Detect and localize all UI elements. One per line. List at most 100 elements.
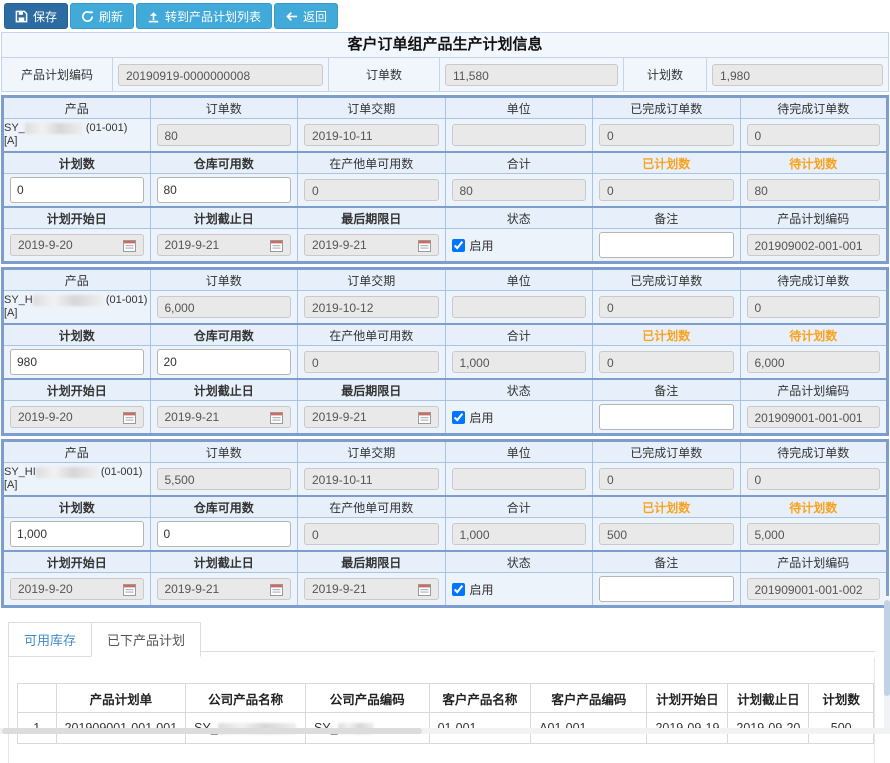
warehouse-avail-input[interactable] [157,349,292,375]
end-date-picker[interactable]: 2019-9-21 [157,406,292,428]
other-order-avail-field: 0 [304,351,439,373]
col-to-plan-qty: 待计划数 [740,496,888,518]
product-block-2: 产品 订单数 订单交期 单位 已完成订单数 待完成订单数 SY_H (01-00… [1,267,889,436]
col-pending: 待完成订单数 [740,97,888,119]
col-warehouse-avail: 仓库可用数 [150,152,298,174]
horizontal-scrollbar[interactable] [0,728,890,734]
vertical-scrollbar[interactable] [884,596,890,728]
back-button[interactable]: 返回 [274,3,338,29]
status-enabled-checkbox[interactable] [452,239,465,252]
warehouse-avail-input[interactable] [157,177,292,203]
col-planned-qty: 已计划数 [593,324,741,346]
to-plan-qty-field: 80 [747,179,881,201]
col-plan-code: 产品计划编码 [740,207,888,229]
tab-panel: 产品计划单 公司产品名称 公司产品编码 客户产品名称 客户产品编码 计划开始日 … [8,657,875,763]
product-name: SY_ (01-001)[A] [3,119,151,153]
warehouse-avail-input[interactable] [157,521,292,547]
plan-qty-input[interactable] [10,521,144,547]
back-arrow-icon [285,10,298,23]
col-to-plan-qty: 待计划数 [740,152,888,174]
planned-qty-field: 500 [599,523,734,545]
end-date-picker[interactable]: 2019-9-21 [157,234,292,256]
col-deadline: 最后期限日 [298,551,446,573]
horizontal-scrollbar-thumb[interactable] [2,728,422,734]
col-end-date: 计划截止日 [150,551,298,573]
order-qty-field: 80 [157,124,292,146]
bottom-section: 可用库存 已下产品计划 产品计划单 公司产品名称 公司产品编码 客户产品名称 客… [0,622,890,763]
col-status: 状态 [445,379,593,401]
start-date-picker[interactable]: 2019-9-20 [10,234,144,256]
col-warehouse-avail: 仓库可用数 [150,324,298,346]
pending-qty-field: 0 [747,468,881,490]
col-planned-qty: 已计划数 [593,496,741,518]
goto-plan-list-button[interactable]: 转到产品计划列表 [136,3,272,29]
product-name: SY_HI (01-001)[A] [3,463,151,497]
back-button-label: 返回 [303,8,327,25]
to-plan-qty-field: 5,000 [747,523,881,545]
calendar-icon [418,583,431,596]
save-button[interactable]: 保存 [4,3,68,29]
col-start-date: 计划开始日 [3,379,151,401]
product-block-1: 产品 订单数 订单交期 单位 已完成订单数 待完成订单数 SY_ (01-001… [1,95,889,264]
col-remark: 备注 [593,551,741,573]
calendar-icon [123,239,136,252]
col-plan-qty: 计划数 [3,324,151,346]
col-other-order-avail: 在产他单可用数 [298,324,446,346]
plan-qty-input[interactable] [10,349,144,375]
remark-input[interactable] [599,404,734,430]
deadline-date-picker[interactable]: 2019-9-21 [304,578,439,600]
col-status: 状态 [445,551,593,573]
status-enabled-checkbox[interactable] [452,583,465,596]
col-plan-end-date: 计划截止日 [728,684,809,713]
to-plan-qty-field: 6,000 [747,351,881,373]
planned-qty-field: 0 [599,351,734,373]
tab-available-stock[interactable]: 可用库存 [8,622,92,657]
col-pending: 待完成订单数 [740,269,888,291]
table-header-row: 产品计划单 公司产品名称 公司产品编码 客户产品名称 客户产品编码 计划开始日 … [18,684,874,713]
col-warehouse-avail: 仓库可用数 [150,496,298,518]
deadline-date-picker[interactable]: 2019-9-21 [304,406,439,428]
col-end-date: 计划截止日 [150,207,298,229]
col-plan-start-date: 计划开始日 [647,684,728,713]
total-field: 80 [452,179,587,201]
unit-field [452,468,587,490]
col-product: 产品 [3,269,151,291]
deadline-date-picker[interactable]: 2019-9-21 [304,234,439,256]
col-customer-product-name: 客户产品名称 [429,684,531,713]
total-field: 1,000 [452,523,587,545]
due-date-field: 2019-10-11 [304,124,439,146]
completed-qty-field: 0 [599,296,734,318]
col-start-date: 计划开始日 [3,551,151,573]
col-company-product-name: 公司产品名称 [186,684,306,713]
col-completed: 已完成订单数 [593,269,741,291]
product-block-3: 产品 订单数 订单交期 单位 已完成订单数 待完成订单数 SY_HI (01-0… [1,439,889,608]
col-product: 产品 [3,441,151,463]
start-date-picker[interactable]: 2019-9-20 [10,406,144,428]
completed-qty-field: 0 [599,124,734,146]
col-blank [18,684,57,713]
end-date-picker[interactable]: 2019-9-21 [157,578,292,600]
plan-qty-value: 1,980 [712,64,883,86]
status-enabled-checkbox[interactable] [452,411,465,424]
col-order-qty: 订单数 [150,269,298,291]
col-deadline: 最后期限日 [298,207,446,229]
due-date-field: 2019-10-11 [304,468,439,490]
col-plan-qty: 计划数 [3,496,151,518]
calendar-icon [270,411,283,424]
plan-code-label: 产品计划编码 [2,58,113,91]
remark-input[interactable] [599,576,734,602]
col-plan-qty: 计划数 [809,684,874,713]
col-plan-code: 产品计划编码 [740,379,888,401]
start-date-picker[interactable]: 2019-9-20 [10,578,144,600]
col-order-qty: 订单数 [150,441,298,463]
plan-qty-input[interactable] [10,177,144,203]
calendar-icon [270,239,283,252]
col-unit: 单位 [445,97,593,119]
col-remark: 备注 [593,379,741,401]
refresh-button[interactable]: 刷新 [70,3,134,29]
status-enabled-label: 启用 [470,237,494,254]
remark-input[interactable] [599,232,734,258]
page-title: 客户订单组产品生产计划信息 [1,32,889,58]
col-pending: 待完成订单数 [740,441,888,463]
tab-placed-product-plans[interactable]: 已下产品计划 [91,622,201,657]
